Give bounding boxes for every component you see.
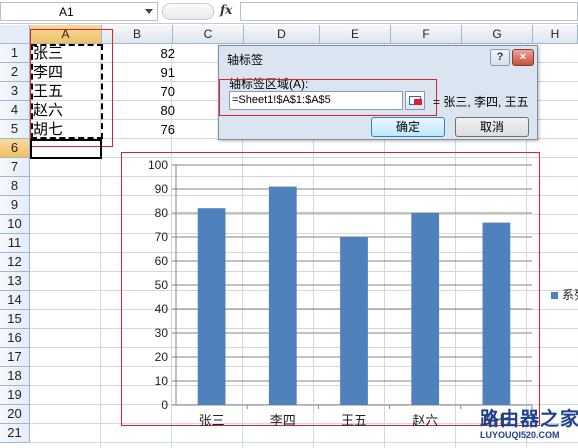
watermark-logo: 路由器之家 LUYOUQI520.COM	[478, 404, 578, 448]
row-header-8[interactable]: 8	[0, 177, 30, 196]
cell-b3[interactable]: 70	[105, 82, 175, 101]
row-header-16[interactable]: 16	[0, 329, 30, 348]
bar-chart[interactable]: 0102030405060708090100张三 李四 王五 赵六 胡七	[122, 153, 542, 428]
row-header-2[interactable]: 2	[0, 63, 30, 82]
y-tick-label: 0	[161, 398, 168, 412]
collapse-dialog-button[interactable]	[405, 91, 425, 110]
row-header-14[interactable]: 14	[0, 291, 30, 310]
cell-b1[interactable]: 82	[105, 44, 175, 63]
formula-bar-grip[interactable]	[162, 3, 214, 20]
row-header-7[interactable]: 7	[0, 158, 30, 177]
row-header-17[interactable]: 17	[0, 348, 30, 367]
row-header-1[interactable]: 1	[0, 44, 30, 63]
watermark-text: 路由器之家	[480, 409, 578, 430]
column-header-h[interactable]: H	[533, 25, 578, 44]
row-header-20[interactable]: 20	[0, 405, 30, 424]
row-header-18[interactable]: 18	[0, 367, 30, 386]
axis-label-range-input[interactable]: =Sheet1!$A$1:$A$5	[229, 91, 403, 110]
row-header-15[interactable]: 15	[0, 310, 30, 329]
x-tick-label: 王五	[341, 413, 367, 428]
column-header-g[interactable]: G	[462, 25, 533, 44]
close-button[interactable]: ×	[512, 49, 534, 66]
y-tick-label: 50	[155, 278, 169, 292]
legend-label: 系列1	[562, 288, 578, 302]
axis-labels-dialog: 轴标签 ? × 轴标签区域(A): =Sheet1!$A$1:$A$5 = 张三…	[218, 45, 538, 140]
cell-b4[interactable]: 80	[105, 101, 175, 120]
cancel-button[interactable]: 取消	[455, 117, 529, 137]
ok-button[interactable]: 确定	[371, 117, 445, 137]
y-tick-label: 80	[155, 206, 169, 220]
row-header-6[interactable]: 6	[0, 139, 30, 158]
range-preview: = 张三, 李四, 王五	[433, 95, 529, 109]
help-button[interactable]: ?	[490, 49, 510, 66]
y-tick-label: 30	[155, 326, 169, 340]
copy-marquee	[31, 44, 103, 139]
y-tick-label: 40	[155, 302, 169, 316]
row-header-10[interactable]: 10	[0, 215, 30, 234]
row-header-3[interactable]: 3	[0, 82, 30, 101]
x-tick-label: 张三	[199, 413, 225, 428]
row-header-19[interactable]: 19	[0, 386, 30, 405]
formula-input[interactable]	[240, 2, 578, 21]
cell-b2[interactable]: 91	[105, 63, 175, 82]
y-tick-label: 10	[155, 374, 169, 388]
y-tick-label: 60	[155, 254, 169, 268]
column-header-f[interactable]: F	[391, 25, 462, 44]
column-header-c[interactable]: C	[173, 25, 244, 44]
insert-function-icon[interactable]: fx	[220, 3, 232, 17]
chart-legend[interactable]: 系列1	[551, 286, 578, 303]
bar-4[interactable]	[411, 213, 440, 405]
legend-swatch	[551, 292, 558, 300]
watermark-url: LUYOUQI520.COM	[480, 430, 560, 440]
column-header-d[interactable]: D	[244, 25, 320, 44]
bar-2[interactable]	[268, 186, 297, 405]
row-header-5[interactable]: 5	[0, 120, 30, 139]
y-tick-label: 20	[155, 350, 169, 364]
y-tick-label: 70	[155, 230, 169, 244]
row-header-4[interactable]: 4	[0, 101, 30, 120]
name-box[interactable]: A1	[0, 2, 158, 21]
bar-1[interactable]	[197, 208, 226, 405]
row-header-13[interactable]: 13	[0, 272, 30, 291]
row-header-9[interactable]: 9	[0, 196, 30, 215]
x-tick-label: 李四	[270, 413, 296, 428]
chevron-down-icon[interactable]	[145, 9, 153, 14]
row-header-11[interactable]: 11	[0, 234, 30, 253]
row-header-21[interactable]: 21	[0, 424, 30, 443]
row-header-12[interactable]: 12	[0, 253, 30, 272]
x-tick-label: 赵六	[412, 413, 438, 428]
y-tick-label: 90	[155, 182, 169, 196]
name-box-value: A1	[59, 5, 74, 19]
cell-b5[interactable]: 76	[105, 120, 175, 139]
dialog-title: 轴标签	[227, 53, 264, 67]
active-cell[interactable]	[30, 139, 102, 159]
bar-3[interactable]	[340, 237, 368, 405]
bar-5[interactable]	[482, 222, 511, 405]
formula-bar: A1 fx	[0, 0, 578, 24]
column-header-e[interactable]: E	[320, 25, 391, 44]
select-all-corner[interactable]	[0, 25, 30, 44]
y-tick-label: 100	[148, 158, 168, 172]
range-select-icon-mark	[414, 99, 422, 105]
